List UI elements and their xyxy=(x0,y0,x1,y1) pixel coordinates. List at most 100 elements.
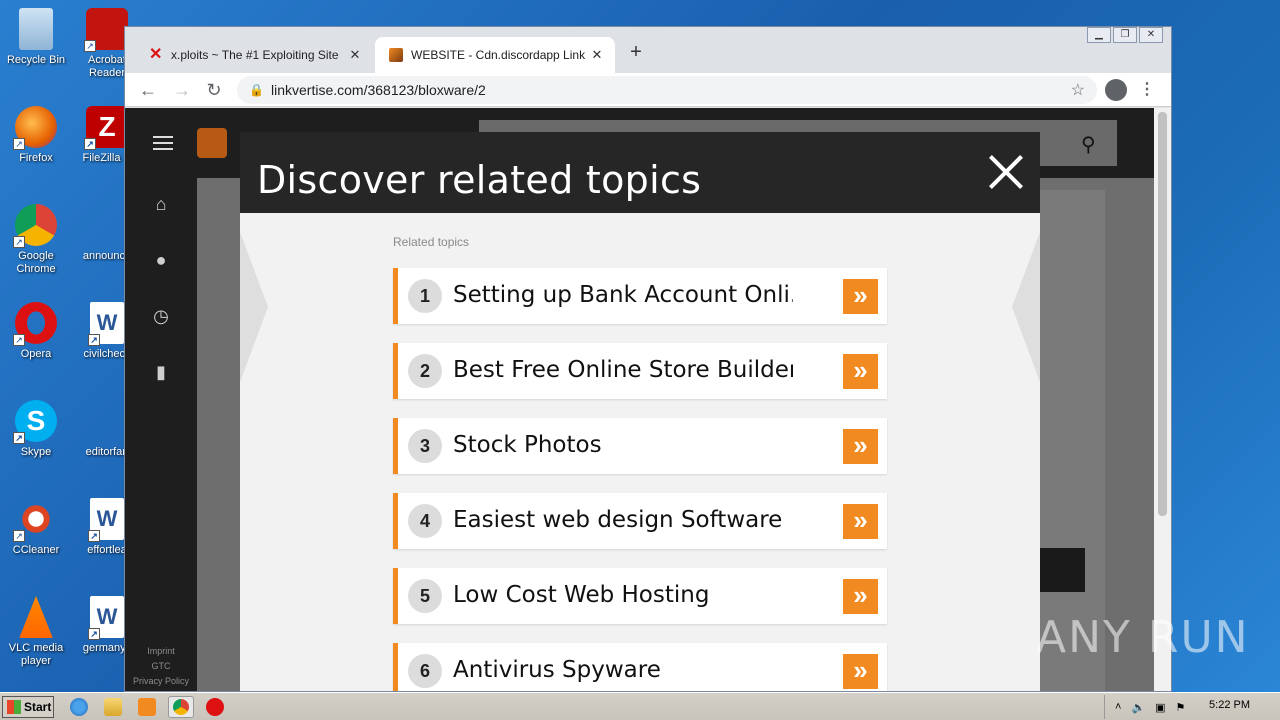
double-chevron-right-icon[interactable]: » xyxy=(843,504,878,539)
topic-label: Low Cost Web Hosting xyxy=(453,582,710,608)
folder-icon[interactable] xyxy=(104,698,122,716)
skype-icon: S ↗ xyxy=(13,400,57,444)
tab-close-icon[interactable]: ✕ xyxy=(347,47,363,63)
reload-icon[interactable]: ↻ xyxy=(203,79,225,101)
modal-header: Discover related topics xyxy=(240,132,1040,213)
related-topics-modal: Discover related topics Related topics 1… xyxy=(240,132,1040,691)
tab-close-icon[interactable]: ✕ xyxy=(589,47,605,63)
desktop-icon-ccleaner[interactable]: ↗ CCleaner xyxy=(1,498,71,557)
side-navigation: ⌂ ● ◷ ▮ Imprint GTC Privacy Policy xyxy=(125,178,197,691)
scrollbar-thumb[interactable] xyxy=(1158,112,1167,516)
desktop-icon-vlc[interactable]: VLC media player xyxy=(1,596,71,668)
page-scrollbar[interactable] xyxy=(1154,108,1171,691)
gtc-link[interactable]: GTC xyxy=(125,661,197,671)
start-button[interactable]: Start xyxy=(2,696,54,718)
topic-number-badge: 3 xyxy=(408,429,442,463)
home-icon[interactable]: ⌂ xyxy=(149,194,173,218)
minimize-button[interactable]: ▁ xyxy=(1087,27,1111,43)
windows-logo-icon xyxy=(7,700,21,714)
flag-notification-icon[interactable]: ⚑ xyxy=(1176,701,1186,714)
desktop-icon-recycle-bin[interactable]: Recycle Bin xyxy=(1,8,71,67)
file-icon xyxy=(86,400,128,442)
imprint-link[interactable]: Imprint xyxy=(125,646,197,656)
previous-arrow[interactable] xyxy=(240,232,268,382)
opera-icon: ↗ xyxy=(13,302,57,346)
desktop-icon-label: Firefox xyxy=(19,152,53,164)
desktop-icon-opera[interactable]: ↗ Opera xyxy=(1,302,71,361)
hamburger-menu-icon[interactable] xyxy=(153,136,173,154)
account-icon[interactable] xyxy=(1105,79,1127,101)
vlc-icon xyxy=(19,596,53,638)
opera-icon[interactable] xyxy=(206,698,224,716)
search-icon[interactable]: ⚲ xyxy=(1081,132,1096,157)
maximize-button[interactable]: ❐ xyxy=(1113,27,1137,43)
topic-label: Stock Photos xyxy=(453,432,602,458)
linkvertise-favicon-icon xyxy=(389,48,403,62)
desktop-icon-label: VLC media player xyxy=(8,642,64,667)
topic-item[interactable]: 6 Antivirus Spyware » xyxy=(393,643,887,691)
privacy-policy-link[interactable]: Privacy Policy xyxy=(125,676,197,686)
desktop-icon-label: Acrobat Reader xyxy=(88,54,126,79)
related-topics-label: Related topics xyxy=(393,235,470,249)
double-chevron-right-icon[interactable]: » xyxy=(843,579,878,614)
anyrun-watermark: ANY RUN xyxy=(1036,612,1250,663)
desktop-icon-skype[interactable]: S ↗ Skype xyxy=(1,400,71,459)
topic-label: Setting up Bank Account Onli... xyxy=(453,282,793,308)
new-tab-button[interactable]: + xyxy=(625,41,647,64)
red-x-favicon-icon: ✕ xyxy=(149,46,163,63)
desktop-icon-firefox[interactable]: ↗ Firefox xyxy=(1,106,71,165)
tab-linkvertise[interactable]: WEBSITE - Cdn.discordapp Link (202 ✕ xyxy=(375,37,615,73)
volume-icon[interactable]: 🔈 xyxy=(1131,701,1145,714)
topic-number-badge: 1 xyxy=(408,279,442,313)
kebab-menu-icon[interactable]: ⋮ xyxy=(1139,79,1155,99)
desktop-icon-label: Opera xyxy=(20,348,52,360)
background-button xyxy=(1035,548,1085,592)
next-arrow[interactable] xyxy=(1012,232,1040,382)
topic-item[interactable]: 4 Easiest web design Software » xyxy=(393,493,887,549)
back-arrow-icon[interactable]: ← xyxy=(137,79,159,101)
desktop-icon-label: Google Chrome xyxy=(16,250,56,275)
user-icon[interactable]: ● xyxy=(149,250,173,274)
close-icon[interactable] xyxy=(986,152,1026,192)
topic-number-badge: 4 xyxy=(408,504,442,538)
tab-xploits[interactable]: ✕ x.ploits ~ The #1 Exploiting Site ✕ xyxy=(135,37,373,73)
double-chevron-right-icon[interactable]: » xyxy=(843,279,878,314)
forward-arrow-icon[interactable]: → xyxy=(171,79,193,101)
clock: 5:22 PM xyxy=(1209,699,1250,711)
desktop-icon-label: CCleaner xyxy=(12,544,60,556)
bookmark-star-icon[interactable]: ☆ xyxy=(1071,80,1085,100)
close-window-button[interactable]: ✕ xyxy=(1139,27,1163,43)
desktop-icon-label: Recycle Bin xyxy=(6,54,66,66)
url-text: linkvertise.com/368123/bloxware/2 xyxy=(271,82,486,98)
topic-label: Best Free Online Store Builder xyxy=(453,357,793,383)
topic-number-badge: 2 xyxy=(408,354,442,388)
history-icon[interactable]: ◷ xyxy=(149,306,173,330)
start-label: Start xyxy=(24,700,52,714)
window-controls: ▁ ❐ ✕ xyxy=(1085,27,1163,43)
browser-window: ✕ x.ploits ~ The #1 Exploiting Site ✕ WE… xyxy=(124,26,1172,692)
desktop-icon-chrome[interactable]: ↗ Google Chrome xyxy=(1,204,71,276)
desktop-icon-label: effortlea xyxy=(87,544,127,556)
site-logo[interactable] xyxy=(197,128,227,158)
page-viewport: ⚲ ⌂ ● ◷ ▮ Imprint GTC Privacy Policy Dis… xyxy=(125,108,1155,691)
tab-title: WEBSITE - Cdn.discordapp Link (202 xyxy=(411,48,589,62)
firefox-icon: ↗ xyxy=(13,106,57,150)
topic-item[interactable]: 5 Low Cost Web Hosting » xyxy=(393,568,887,624)
word-document-icon: W ↗ xyxy=(88,498,124,542)
topic-label: Antivirus Spyware xyxy=(453,657,661,683)
topic-item[interactable]: 3 Stock Photos » xyxy=(393,418,887,474)
internet-explorer-icon[interactable] xyxy=(70,698,88,716)
topic-item[interactable]: 2 Best Free Online Store Builder » xyxy=(393,343,887,399)
bookmark-icon[interactable]: ▮ xyxy=(149,362,173,386)
word-document-icon: W ↗ xyxy=(88,302,124,346)
address-bar[interactable]: 🔒 linkvertise.com/368123/bloxware/2 ☆ xyxy=(237,76,1097,104)
chrome-taskbar-button[interactable] xyxy=(168,696,194,718)
double-chevron-right-icon[interactable]: » xyxy=(843,354,878,389)
topic-item[interactable]: 1 Setting up Bank Account Onli... » xyxy=(393,268,887,324)
media-player-icon[interactable] xyxy=(138,698,156,716)
show-hidden-icons-icon[interactable]: ˄ xyxy=(1115,701,1121,713)
taskbar: Start ˄ 🔈 ▣ ⚑ 5:22 PM xyxy=(0,692,1280,720)
double-chevron-right-icon[interactable]: » xyxy=(843,654,878,689)
double-chevron-right-icon[interactable]: » xyxy=(843,429,878,464)
network-icon[interactable]: ▣ xyxy=(1155,701,1165,714)
